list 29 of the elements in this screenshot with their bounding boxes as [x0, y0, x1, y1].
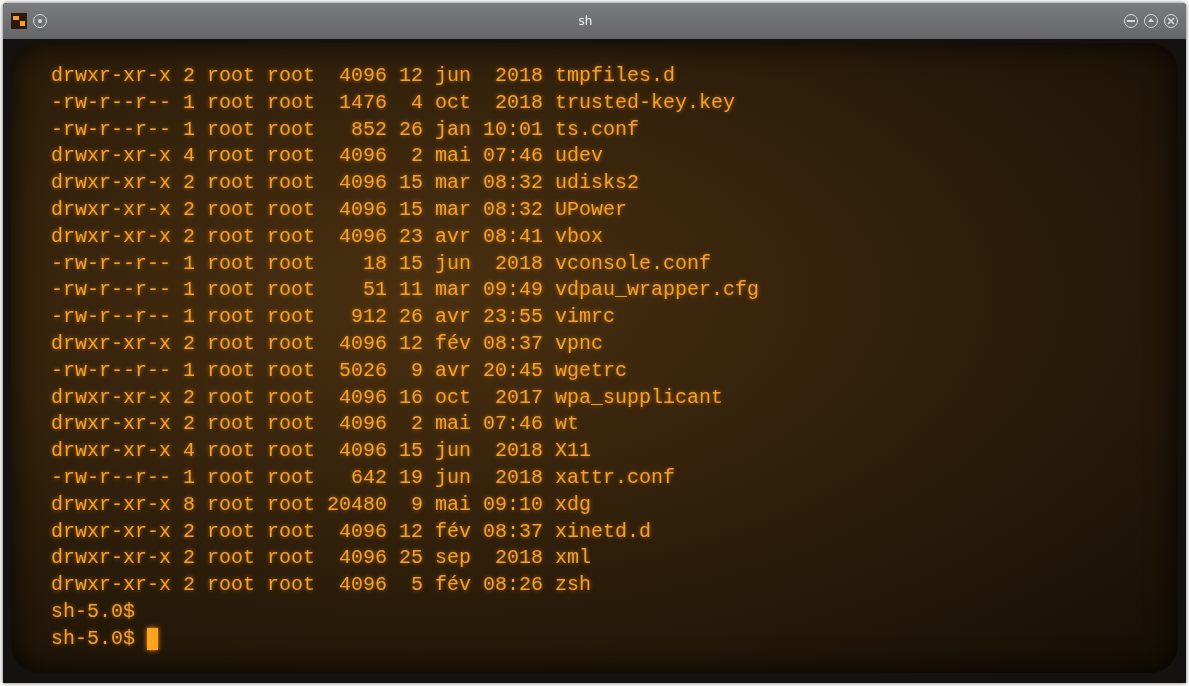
terminal-line: drwxr-xr-x 2 root root 4096 16 oct 2017 wpa_supplicant	[51, 384, 724, 411]
text-cursor	[147, 628, 158, 651]
terminal-line: -rw-r--r-- 1 root root 912 26 avr 23:55 vimrc	[51, 304, 616, 331]
terminal-line: drwxr-xr-x 4 root root 4096 15 jun 2018 X11	[51, 438, 592, 465]
terminal-line: sh-5.0$	[51, 598, 135, 625]
terminal-line: drwxr-xr-x 4 root root 4096 2 mai 07:46 udev	[51, 143, 604, 170]
maximize-icon	[1147, 17, 1155, 25]
terminal-line: drwxr-xr-x 2 root root 4096 25 sep 2018 xml	[51, 545, 592, 572]
terminal-line: -rw-r--r-- 1 root root 51 11 mar 09:49 vdpau_wrapper.cfg	[51, 277, 760, 304]
terminal-line: -rw-r--r-- 1 root root 642 19 jun 2018 xattr.conf	[51, 464, 676, 491]
terminal-line: drwxr-xr-x 2 root root 4096 12 fév 08:37 vpnc	[51, 330, 604, 357]
dot-icon	[38, 19, 42, 23]
terminal-line: -rw-r--r-- 1 root root 1476 4 oct 2018 trusted-key.key	[51, 89, 736, 116]
terminal-line: drwxr-xr-x 2 root root 4096 15 mar 08:32 udisks2	[51, 170, 640, 197]
terminal-line: drwxr-xr-x 2 root root 4096 5 fév 08:26 zsh	[51, 572, 592, 599]
terminal-line: drwxr-xr-x 2 root root 4096 12 jun 2018 tmpfiles.d	[51, 63, 676, 89]
terminal-line: drwxr-xr-x 2 root root 4096 12 fév 08:37 xinetd.d	[51, 518, 652, 545]
close-icon	[1167, 17, 1175, 25]
terminal-line: drwxr-xr-x 2 root root 4096 2 mai 07:46 wt	[51, 411, 580, 438]
minimize-icon	[1127, 20, 1135, 22]
terminal-line: -rw-r--r-- 1 root root 852 26 jan 10:01 ts.conf	[51, 116, 640, 143]
terminal-line: drwxr-xr-x 2 root root 4096 15 mar 08:32 UPower	[51, 197, 628, 223]
terminal-line: -rw-r--r-- 1 root root 18 15 jun 2018 vconsole.conf	[51, 250, 712, 277]
terminal-line: drwxr-xr-x 8 root root 20480 9 mai 09:10 xdg	[51, 491, 592, 518]
terminal-app-icon	[11, 13, 27, 29]
window-title: sh	[577, 14, 594, 28]
terminal-line: -rw-r--r-- 1 root root 5026 9 avr 20:45 wgetrc	[51, 357, 628, 384]
terminal-line: drwxr-xr-x 2 root root 4096 23 avr 08:41 vbox	[51, 223, 604, 250]
shell-prompt: sh-5.0$	[51, 625, 135, 652]
